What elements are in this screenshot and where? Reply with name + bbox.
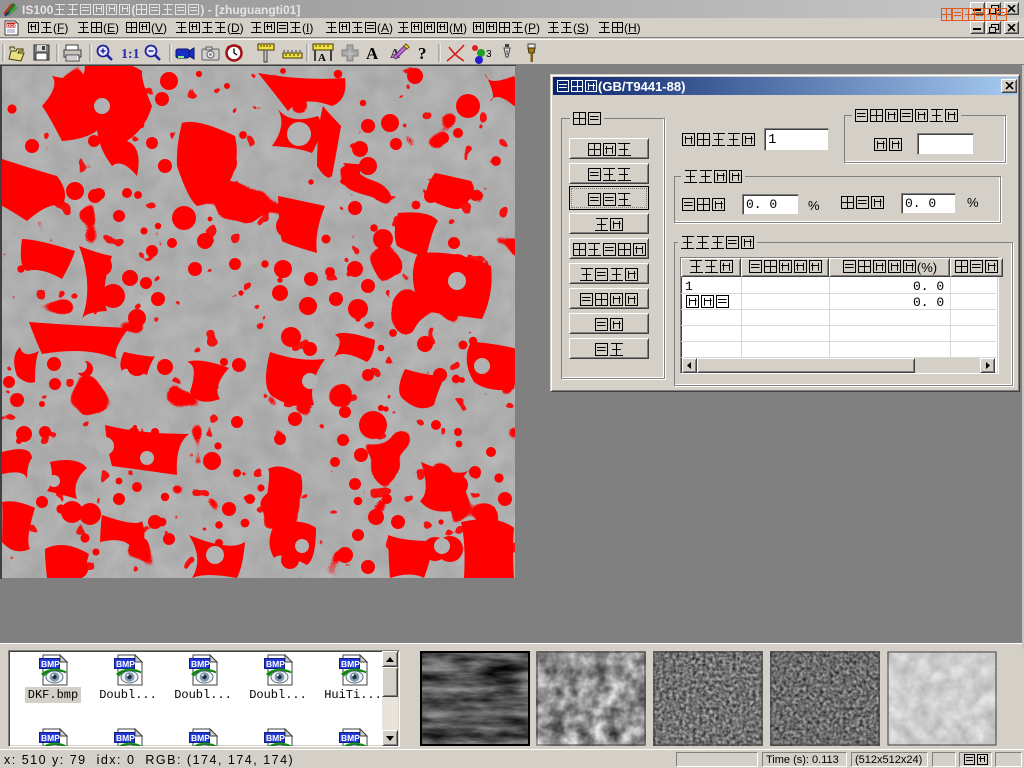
svg-text:DOC: DOC [7,23,18,28]
svg-text:3: 3 [486,49,492,60]
svg-text:?: ? [418,44,427,63]
svg-text:1:1: 1:1 [121,47,140,62]
svg-text:A: A [366,44,379,63]
svg-text:A: A [318,52,326,64]
